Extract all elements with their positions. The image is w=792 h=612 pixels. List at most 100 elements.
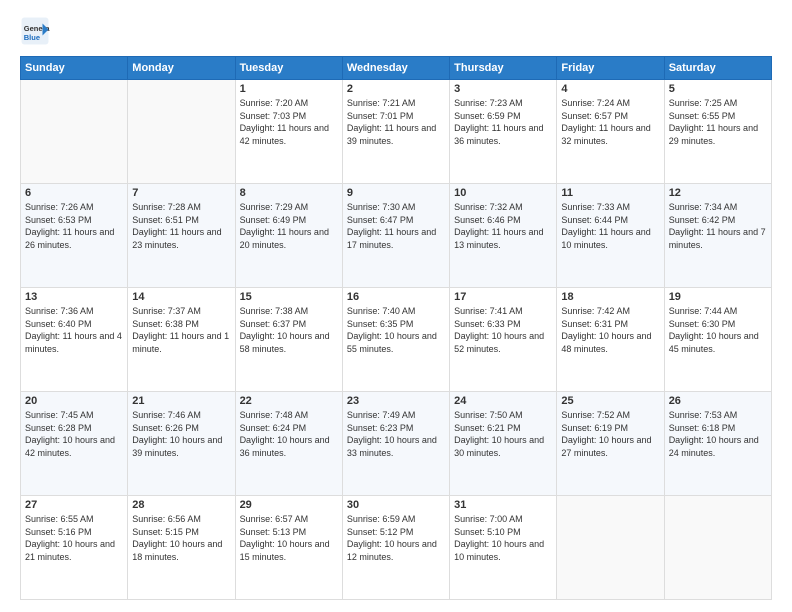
day-number: 4: [561, 83, 659, 95]
day-number: 1: [240, 83, 338, 95]
weekday-header-sunday: Sunday: [21, 57, 128, 80]
day-number: 15: [240, 291, 338, 303]
calendar-cell: 19Sunrise: 7:44 AM Sunset: 6:30 PM Dayli…: [664, 288, 771, 392]
calendar-cell: 31Sunrise: 7:00 AM Sunset: 5:10 PM Dayli…: [450, 496, 557, 600]
logo: General Blue: [20, 16, 54, 46]
calendar-cell: 2 Sunrise: 7:21 AM Sunset: 7:01 PM Daylig…: [342, 80, 449, 184]
day-info: Sunrise: 7:48 AM Sunset: 6:24 PM Dayligh…: [240, 409, 338, 459]
weekday-header-monday: Monday: [128, 57, 235, 80]
day-info: Sunrise: 7:20 AM Sunset: 7:03 PM Dayligh…: [240, 97, 338, 147]
calendar-cell: 15 Sunrise: 7:38 AM Sunset: 6:37 PM Dayli…: [235, 288, 342, 392]
day-info: Sunrise: 7:24 AM Sunset: 6:57 PM Dayligh…: [561, 97, 659, 147]
day-number: 9: [347, 187, 445, 199]
day-number: 14: [132, 291, 230, 303]
day-info: Sunrise: 7:26 AM Sunset: 6:53 PM Dayligh…: [25, 201, 123, 251]
calendar-table: SundayMondayTuesdayWednesdayThursdayFrid…: [20, 56, 772, 600]
calendar-cell: 30 Sunrise: 6:59 AM Sunset: 5:12 PM Dayli…: [342, 496, 449, 600]
calendar-cell: 4 Sunrise: 7:24 AM Sunset: 6:57 PM Daylig…: [557, 80, 664, 184]
calendar-cell: 8Sunrise: 7:29 AM Sunset: 6:49 PM Daylig…: [235, 184, 342, 288]
calendar-week-2: 6 Sunrise: 7:26 AM Sunset: 6:53 PM Daylig…: [21, 184, 772, 288]
calendar-cell: 16Sunrise: 7:40 AM Sunset: 6:35 PM Dayli…: [342, 288, 449, 392]
calendar-cell: 5Sunrise: 7:25 AM Sunset: 6:55 PM Daylig…: [664, 80, 771, 184]
calendar-cell: [557, 496, 664, 600]
day-number: 30: [347, 499, 445, 511]
logo-icon: General Blue: [20, 16, 50, 46]
calendar-cell: [664, 496, 771, 600]
day-number: 5: [669, 83, 767, 95]
day-number: 24: [454, 395, 552, 407]
day-number: 13: [25, 291, 123, 303]
calendar-cell: 27 Sunrise: 6:55 AM Sunset: 5:16 PM Dayli…: [21, 496, 128, 600]
calendar-cell: 28 Sunrise: 6:56 AM Sunset: 5:15 PM Dayli…: [128, 496, 235, 600]
calendar-cell: 7Sunrise: 7:28 AM Sunset: 6:51 PM Daylig…: [128, 184, 235, 288]
svg-text:Blue: Blue: [24, 33, 40, 42]
calendar-cell: 14 Sunrise: 7:37 AM Sunset: 6:38 PM Dayli…: [128, 288, 235, 392]
calendar-cell: 26 Sunrise: 7:53 AM Sunset: 6:18 PM Dayli…: [664, 392, 771, 496]
calendar-header-row: SundayMondayTuesdayWednesdayThursdayFrid…: [21, 57, 772, 80]
day-info: Sunrise: 7:37 AM Sunset: 6:38 PM Dayligh…: [132, 305, 230, 355]
day-info: Sunrise: 6:59 AM Sunset: 5:12 PM Dayligh…: [347, 513, 445, 563]
day-info: Sunrise: 7:38 AM Sunset: 6:37 PM Dayligh…: [240, 305, 338, 355]
calendar-cell: 25 Sunrise: 7:52 AM Sunset: 6:19 PM Dayli…: [557, 392, 664, 496]
page: General Blue SundayMondayTuesdayWednesda…: [0, 0, 792, 612]
day-number: 18: [561, 291, 659, 303]
calendar-cell: 18 Sunrise: 7:42 AM Sunset: 6:31 PM Dayli…: [557, 288, 664, 392]
day-info: Sunrise: 7:36 AM Sunset: 6:40 PM Dayligh…: [25, 305, 123, 355]
day-number: 25: [561, 395, 659, 407]
weekday-header-tuesday: Tuesday: [235, 57, 342, 80]
day-info: Sunrise: 7:28 AM Sunset: 6:51 PM Dayligh…: [132, 201, 230, 251]
day-number: 11: [561, 187, 659, 199]
day-info: Sunrise: 7:41 AM Sunset: 6:33 PM Dayligh…: [454, 305, 552, 355]
calendar-cell: 6 Sunrise: 7:26 AM Sunset: 6:53 PM Daylig…: [21, 184, 128, 288]
calendar-cell: 22 Sunrise: 7:48 AM Sunset: 6:24 PM Dayli…: [235, 392, 342, 496]
day-number: 20: [25, 395, 123, 407]
calendar-cell: 12 Sunrise: 7:34 AM Sunset: 6:42 PM Dayli…: [664, 184, 771, 288]
day-info: Sunrise: 7:53 AM Sunset: 6:18 PM Dayligh…: [669, 409, 767, 459]
day-info: Sunrise: 6:55 AM Sunset: 5:16 PM Dayligh…: [25, 513, 123, 563]
day-number: 28: [132, 499, 230, 511]
calendar-week-4: 20Sunrise: 7:45 AM Sunset: 6:28 PM Dayli…: [21, 392, 772, 496]
day-info: Sunrise: 7:29 AM Sunset: 6:49 PM Dayligh…: [240, 201, 338, 251]
calendar-cell: [21, 80, 128, 184]
day-info: Sunrise: 6:57 AM Sunset: 5:13 PM Dayligh…: [240, 513, 338, 563]
calendar-week-5: 27 Sunrise: 6:55 AM Sunset: 5:16 PM Dayli…: [21, 496, 772, 600]
day-info: Sunrise: 7:42 AM Sunset: 6:31 PM Dayligh…: [561, 305, 659, 355]
calendar-cell: 1 Sunrise: 7:20 AM Sunset: 7:03 PM Daylig…: [235, 80, 342, 184]
calendar-cell: 11 Sunrise: 7:33 AM Sunset: 6:44 PM Dayli…: [557, 184, 664, 288]
weekday-header-friday: Friday: [557, 57, 664, 80]
day-info: Sunrise: 7:33 AM Sunset: 6:44 PM Dayligh…: [561, 201, 659, 251]
calendar-week-1: 1 Sunrise: 7:20 AM Sunset: 7:03 PM Daylig…: [21, 80, 772, 184]
day-info: Sunrise: 7:30 AM Sunset: 6:47 PM Dayligh…: [347, 201, 445, 251]
day-number: 12: [669, 187, 767, 199]
day-number: 2: [347, 83, 445, 95]
calendar-cell: 13 Sunrise: 7:36 AM Sunset: 6:40 PM Dayli…: [21, 288, 128, 392]
day-number: 6: [25, 187, 123, 199]
day-number: 21: [132, 395, 230, 407]
day-number: 23: [347, 395, 445, 407]
day-info: Sunrise: 7:32 AM Sunset: 6:46 PM Dayligh…: [454, 201, 552, 251]
day-info: Sunrise: 7:23 AM Sunset: 6:59 PM Dayligh…: [454, 97, 552, 147]
day-info: Sunrise: 7:34 AM Sunset: 6:42 PM Dayligh…: [669, 201, 767, 251]
day-info: Sunrise: 7:52 AM Sunset: 6:19 PM Dayligh…: [561, 409, 659, 459]
day-number: 16: [347, 291, 445, 303]
header: General Blue: [20, 16, 772, 46]
day-number: 31: [454, 499, 552, 511]
calendar-cell: 29Sunrise: 6:57 AM Sunset: 5:13 PM Dayli…: [235, 496, 342, 600]
day-number: 27: [25, 499, 123, 511]
calendar-cell: 10 Sunrise: 7:32 AM Sunset: 6:46 PM Dayli…: [450, 184, 557, 288]
day-info: Sunrise: 7:21 AM Sunset: 7:01 PM Dayligh…: [347, 97, 445, 147]
day-info: Sunrise: 7:46 AM Sunset: 6:26 PM Dayligh…: [132, 409, 230, 459]
calendar-cell: 3 Sunrise: 7:23 AM Sunset: 6:59 PM Daylig…: [450, 80, 557, 184]
weekday-header-wednesday: Wednesday: [342, 57, 449, 80]
day-number: 3: [454, 83, 552, 95]
day-number: 22: [240, 395, 338, 407]
calendar-cell: 17Sunrise: 7:41 AM Sunset: 6:33 PM Dayli…: [450, 288, 557, 392]
calendar-cell: [128, 80, 235, 184]
day-info: Sunrise: 6:56 AM Sunset: 5:15 PM Dayligh…: [132, 513, 230, 563]
weekday-header-thursday: Thursday: [450, 57, 557, 80]
day-number: 10: [454, 187, 552, 199]
day-info: Sunrise: 7:44 AM Sunset: 6:30 PM Dayligh…: [669, 305, 767, 355]
calendar-week-3: 13 Sunrise: 7:36 AM Sunset: 6:40 PM Dayli…: [21, 288, 772, 392]
calendar-cell: 20Sunrise: 7:45 AM Sunset: 6:28 PM Dayli…: [21, 392, 128, 496]
day-number: 26: [669, 395, 767, 407]
